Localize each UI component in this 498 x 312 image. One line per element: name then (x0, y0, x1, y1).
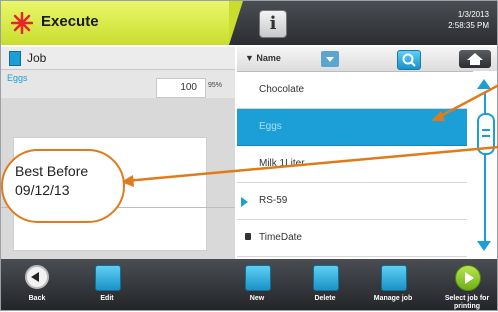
home-icon (467, 53, 483, 65)
new-button[interactable]: New (231, 259, 283, 310)
edit-icon (95, 265, 121, 291)
callout-line-2: 09/12/13 (15, 182, 70, 198)
back-icon (25, 265, 49, 289)
folder-icon (381, 265, 407, 291)
lock-icon (245, 233, 251, 240)
search-icon (402, 53, 416, 67)
job-panel-header: Job (1, 47, 235, 70)
search-button[interactable] (397, 50, 421, 70)
list-item[interactable]: Chocolate (237, 72, 467, 109)
new-label: New (249, 295, 265, 302)
scroll-up-icon[interactable] (477, 79, 491, 89)
bottom-toolbar: Back Edit New Delete Manage job Select j… (1, 259, 497, 310)
list-item[interactable]: RS-59 (237, 183, 467, 220)
list-item[interactable]: TimeDate (237, 220, 467, 257)
job-list-header: ▼ Name (237, 47, 497, 72)
manage-job-label: Manage job (373, 295, 413, 302)
delete-button[interactable]: Delete (299, 259, 351, 310)
print-count: 100 (180, 82, 197, 93)
job-file-icon (9, 51, 21, 66)
list-item-label: Eggs (259, 121, 282, 132)
job-list-panel: ▼ Name Chocolate Eggs Milk 1Liter RS-59 … (237, 47, 497, 259)
edit-label: Edit (100, 295, 114, 302)
best-before-callout: Best Before 09/12/13 (1, 149, 125, 223)
select-job-button[interactable]: Select job for printing (441, 259, 493, 310)
list-item-selected[interactable]: Eggs (237, 109, 467, 146)
date-text: 1/3/2013 (457, 10, 489, 19)
list-item-label: Chocolate (259, 84, 305, 95)
current-job-name: Eggs (7, 73, 28, 83)
back-label: Back (28, 295, 46, 302)
list-item[interactable]: Milk 1Liter (237, 146, 467, 183)
clock: 1/3/2013 2:58:35 PM (448, 9, 489, 31)
expand-icon (241, 197, 248, 207)
top-bar: Execute i 1/3/2013 2:58:35 PM (1, 1, 497, 45)
manage-job-button[interactable]: Manage job (367, 259, 419, 310)
time-text: 2:58:35 PM (448, 21, 489, 30)
job-panel-label: Job (27, 51, 47, 65)
ink-percent: 95% (208, 82, 223, 89)
list-item-label: Milk 1Liter (259, 158, 305, 169)
print-count-field[interactable]: 100 (156, 78, 206, 98)
edit-button[interactable]: Edit (81, 259, 133, 310)
scrollbar[interactable] (473, 71, 497, 259)
back-button[interactable]: Back (11, 259, 63, 310)
list-item-label: RS-59 (259, 195, 288, 206)
home-button[interactable] (459, 50, 491, 68)
scroll-down-icon[interactable] (477, 241, 491, 251)
sort-name-label[interactable]: ▼ Name (245, 53, 281, 63)
laser-icon (11, 12, 33, 34)
scroll-thumb[interactable] (477, 113, 495, 155)
info-icon: i (269, 13, 277, 34)
current-job-row[interactable]: Eggs 100 95% (1, 70, 235, 98)
page-title: Execute (41, 13, 99, 30)
title-tab: Execute (1, 1, 243, 45)
app-window: Execute i 1/3/2013 2:58:35 PM Job Eggs 1… (0, 0, 498, 311)
callout-line-1: Best Before (15, 163, 89, 179)
select-job-label: Select job for printing (444, 295, 490, 310)
new-icon (245, 265, 271, 291)
sort-dropdown-button[interactable] (321, 51, 339, 67)
list-item-label: TimeDate (259, 232, 302, 243)
info-button[interactable]: i (259, 10, 287, 38)
delete-icon (313, 265, 339, 291)
play-icon (455, 265, 481, 291)
delete-label: Delete (314, 295, 336, 302)
